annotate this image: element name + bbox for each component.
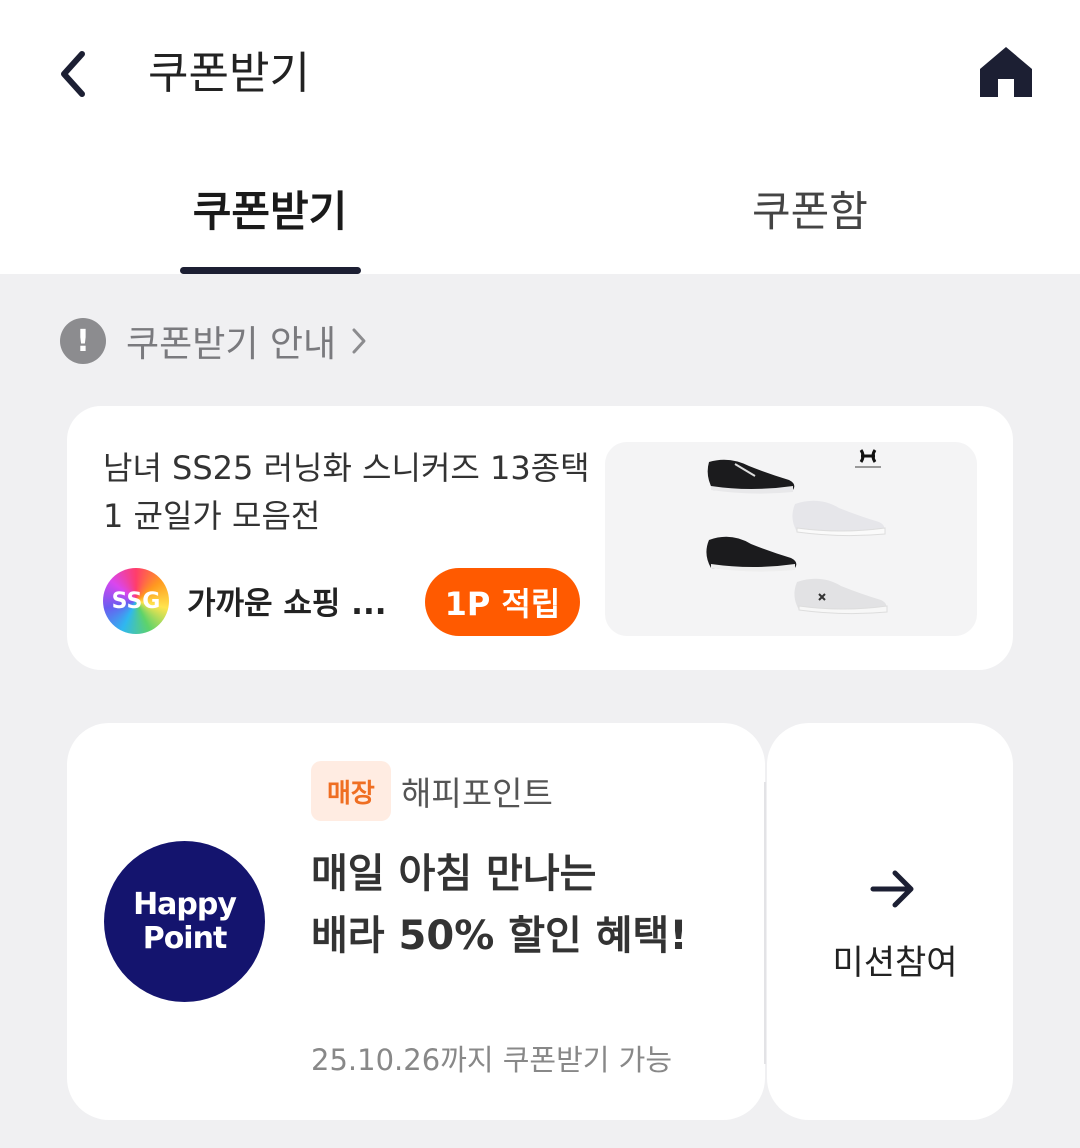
tab-bar: 쿠폰받기 쿠폰함 (0, 150, 1080, 274)
promo-card[interactable]: 남녀 SS25 러닝화 스니커즈 13종택1 균일가 모음전 SSG 가까운 쇼… (67, 406, 1013, 670)
header-bar: 쿠폰받기 (0, 0, 1080, 150)
page-title: 쿠폰받기 (148, 48, 310, 99)
expiry-text: 25.10.26까지 쿠폰받기 가능 (311, 1043, 673, 1077)
tab-coupon-box[interactable]: 쿠폰함 (680, 178, 940, 274)
happy-point-logo: Happy Point (104, 841, 265, 1002)
offer-line-2: 배라 50% 할인 혜택! (311, 913, 688, 959)
brand-name: 해피포인트 (401, 774, 553, 813)
card-divider (764, 782, 766, 1064)
store-tag: 매장 (311, 761, 391, 821)
mission-button[interactable]: 미션참여 (767, 723, 1013, 1120)
alert-icon: ! (60, 318, 106, 364)
logo-line-2: Point (142, 920, 228, 956)
mission-label: 미션참여 (832, 943, 958, 983)
back-button[interactable] (44, 44, 104, 104)
coupon-card[interactable]: Happy Point 매장 해피포인트 매일 아침 만나는 배라 50% 할인… (67, 723, 765, 1120)
promo-title: 남녀 SS25 러닝화 스니커즈 13종택1 균일가 모음전 (103, 449, 590, 535)
ssg-logo: SSG (103, 568, 169, 634)
home-button[interactable] (974, 40, 1038, 104)
offer-line-1: 매일 아침 만나는 (311, 851, 597, 897)
point-badge: 1P 적립 (425, 568, 580, 636)
chevron-left-icon (61, 51, 85, 97)
under-armour-logo (855, 449, 881, 468)
offer-title: 매일 아침 만나는 배라 50% 할인 혜택! (311, 843, 751, 967)
coupon-guide-link[interactable]: ! 쿠폰받기 안내 (60, 314, 368, 368)
home-icon (980, 47, 1032, 97)
chevron-right-icon (350, 326, 368, 356)
coupon-guide-label: 쿠폰받기 안내 (126, 324, 337, 365)
sneakers-product-image (605, 442, 977, 636)
active-tab-indicator (180, 267, 361, 274)
tab-get-coupons[interactable]: 쿠폰받기 (140, 178, 400, 274)
logo-line-1: Happy (133, 886, 237, 922)
store-name: 가까운 쇼핑 ... (187, 586, 387, 622)
arrow-right-icon (870, 870, 914, 908)
